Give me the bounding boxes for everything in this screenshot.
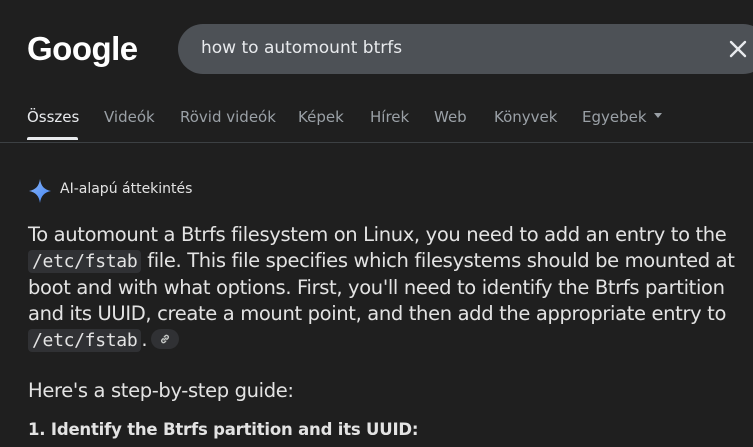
tab-videok[interactable]: Videók [104, 108, 155, 126]
google-logo[interactable]: Google [27, 30, 138, 68]
tab-egyebek[interactable]: Egyebek [582, 108, 662, 126]
code-etc-fstab-2: /etc/fstab [28, 329, 142, 352]
ai-overview-label: AI-alapú áttekintés [60, 181, 193, 197]
step-heading-1: 1. Identify the Btrfs partition and its … [28, 420, 419, 439]
close-icon [729, 40, 747, 58]
tab-konyvek[interactable]: Könyvek [494, 108, 557, 126]
search-input[interactable]: how to automount btrfs [201, 38, 402, 58]
tab-web[interactable]: Web [434, 108, 467, 126]
clear-search-button[interactable] [724, 35, 752, 63]
tab-kepek[interactable]: Képek [298, 108, 344, 126]
caret-down-icon [653, 113, 662, 118]
tab-egyebek-label: Egyebek [582, 108, 647, 126]
search-box[interactable]: how to automount btrfs [178, 24, 753, 74]
code-etc-fstab: /etc/fstab [28, 250, 142, 273]
active-tab-indicator [27, 137, 78, 140]
tab-rovid-videok[interactable]: Rövid videók [180, 108, 276, 126]
answer-text-1: To automount a Btrfs filesystem on Linux… [28, 223, 727, 246]
tab-osszes[interactable]: Összes [27, 108, 79, 126]
guide-intro: Here's a step-by-step guide: [28, 379, 294, 402]
source-link-button[interactable] [151, 328, 180, 349]
link-icon [161, 334, 170, 343]
answer-text-3: . [141, 328, 148, 351]
ai-answer-paragraph: To automount a Btrfs filesystem on Linux… [28, 222, 740, 354]
header: Google how to automount btrfs Összes Vid… [0, 0, 753, 143]
sparkle-icon [29, 179, 51, 203]
tab-hirek[interactable]: Hírek [370, 108, 409, 126]
search-tabs: Összes Videók Rövid videók Képek Hírek W… [0, 108, 753, 142]
